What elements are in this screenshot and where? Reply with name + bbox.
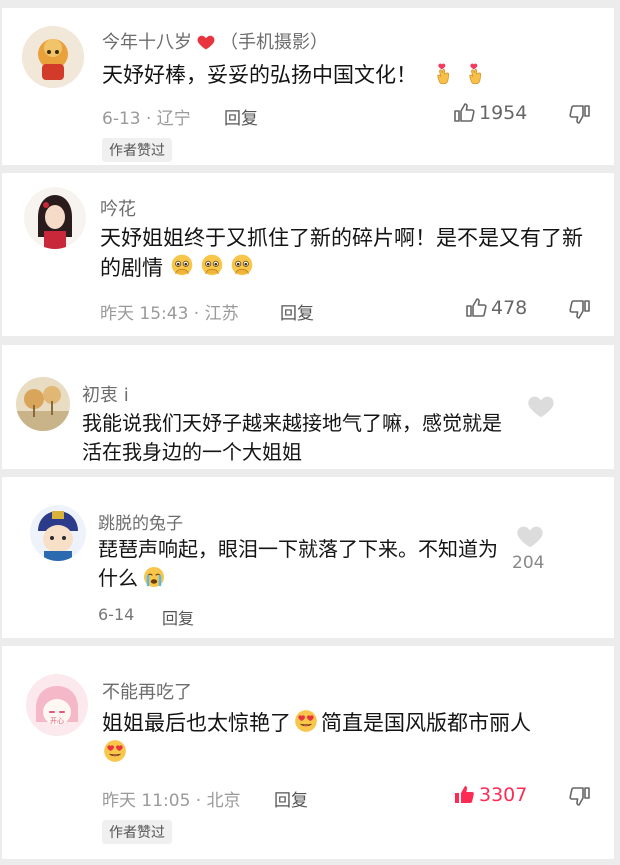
avatar-text: 开心 [50, 717, 64, 725]
like-count: 1954 [479, 102, 528, 124]
avatar[interactable] [16, 377, 70, 431]
thumb-up-icon [452, 101, 476, 125]
comment-text-content: 姐姐最后也太惊艳了 [102, 711, 291, 735]
username[interactable]: 不能再吃了 [102, 678, 192, 704]
pray-face-icon [199, 253, 225, 279]
heart-eyes-icon [293, 708, 319, 734]
author-liked-badge: 作者赞过 [102, 820, 172, 844]
reply-button[interactable]: 回复 [162, 605, 194, 629]
dislike-button[interactable] [568, 297, 592, 321]
thumb-down-icon [568, 102, 592, 126]
comment-text: 琵琶声响起，眼泪一下就落了下来。不知道为什么 [98, 535, 498, 593]
avatar[interactable]: 开心 [26, 674, 88, 736]
avatar[interactable] [22, 26, 84, 88]
author-liked-badge: 作者赞过 [102, 138, 172, 162]
like-count: 204 [512, 553, 545, 573]
like-button[interactable]: 478 [464, 296, 527, 320]
username[interactable]: 吟花 [100, 195, 136, 221]
reply-button[interactable]: 回复 [274, 786, 308, 811]
comment-text: 我能说我们天妤子越来越接地气了嘛，感觉就是活在我身边的一个大姐姐 [82, 411, 502, 464]
thumb-down-icon [568, 784, 592, 808]
finger-heart-icon [431, 60, 457, 86]
like-count: 3307 [479, 784, 528, 806]
heart-eyes-icon [102, 738, 128, 764]
username[interactable]: 跳脱的兔子 [98, 509, 183, 534]
dislike-button[interactable] [568, 102, 592, 126]
like-count: 478 [491, 297, 528, 319]
comment-card: 吟花 天妤姐姐终于又抓住了新的碎片啊！是不是又有了新的剧情 昨天 15:43 ·… [2, 173, 614, 336]
reply-button[interactable]: 回复 [280, 299, 314, 324]
dislike-button[interactable] [568, 784, 592, 808]
thumb-down-icon [568, 297, 592, 321]
heart-icon [515, 521, 545, 551]
comment-text: 姐姐最后也太惊艳了 简直是国风版都市丽人 [102, 708, 592, 769]
reply-button[interactable]: 回复 [224, 104, 258, 129]
comment-card: 今年十八岁 （手机摄影） 天妤好棒，妥妥的弘扬中国文化！ 6-13 · 辽宁 回复… [2, 8, 614, 165]
comment-text: 天妤姐姐终于又抓住了新的碎片啊！是不是又有了新的剧情 [100, 223, 588, 284]
like-button[interactable]: 1954 [452, 101, 527, 125]
pray-face-icon [229, 253, 255, 279]
finger-heart-icon [463, 60, 489, 86]
comment-text-content: 简直是国风版都市丽人 [321, 711, 531, 735]
comment-card: 开心 不能再吃了 姐姐最后也太惊艳了 简直是国风版都市丽人 昨天 11:05 · … [2, 646, 614, 859]
pray-face-icon [169, 253, 195, 279]
thumb-up-icon [464, 296, 488, 320]
like-button[interactable]: 3307 [452, 783, 527, 807]
heart-icon [526, 391, 556, 421]
heart-emoji-icon [196, 32, 216, 52]
avatar[interactable] [24, 187, 86, 249]
thumb-up-filled-icon [452, 783, 476, 807]
crying-face-icon [142, 565, 166, 589]
comment-time-location: 昨天 15:43 · 江苏 [100, 304, 239, 324]
like-heart-button[interactable] [515, 521, 545, 551]
username[interactable]: 今年十八岁 （手机摄影） [102, 28, 328, 54]
comment-text: 天妤好棒，妥妥的弘扬中国文化！ [102, 60, 582, 90]
username-text: 今年十八岁 [102, 32, 192, 53]
comment-time-location: 6-14 [98, 605, 135, 624]
username-tag: （手机摄影） [220, 32, 328, 53]
username[interactable]: 初衷 i [82, 381, 129, 407]
comment-card: 初衷 i 我能说我们天妤子越来越接地气了嘛，感觉就是活在我身边的一个大姐姐 [2, 345, 614, 469]
avatar[interactable] [30, 505, 86, 561]
comment-card: 跳脱的兔子 琵琶声响起，眼泪一下就落了下来。不知道为什么 6-14 回复 204 [2, 477, 614, 638]
like-heart-button[interactable] [526, 391, 556, 421]
comment-text-content: 天妤好棒，妥妥的弘扬中国文化！ [102, 63, 417, 87]
comment-time-location: 昨天 11:05 · 北京 [102, 791, 241, 811]
comment-time-location: 6-13 · 辽宁 [102, 109, 191, 129]
